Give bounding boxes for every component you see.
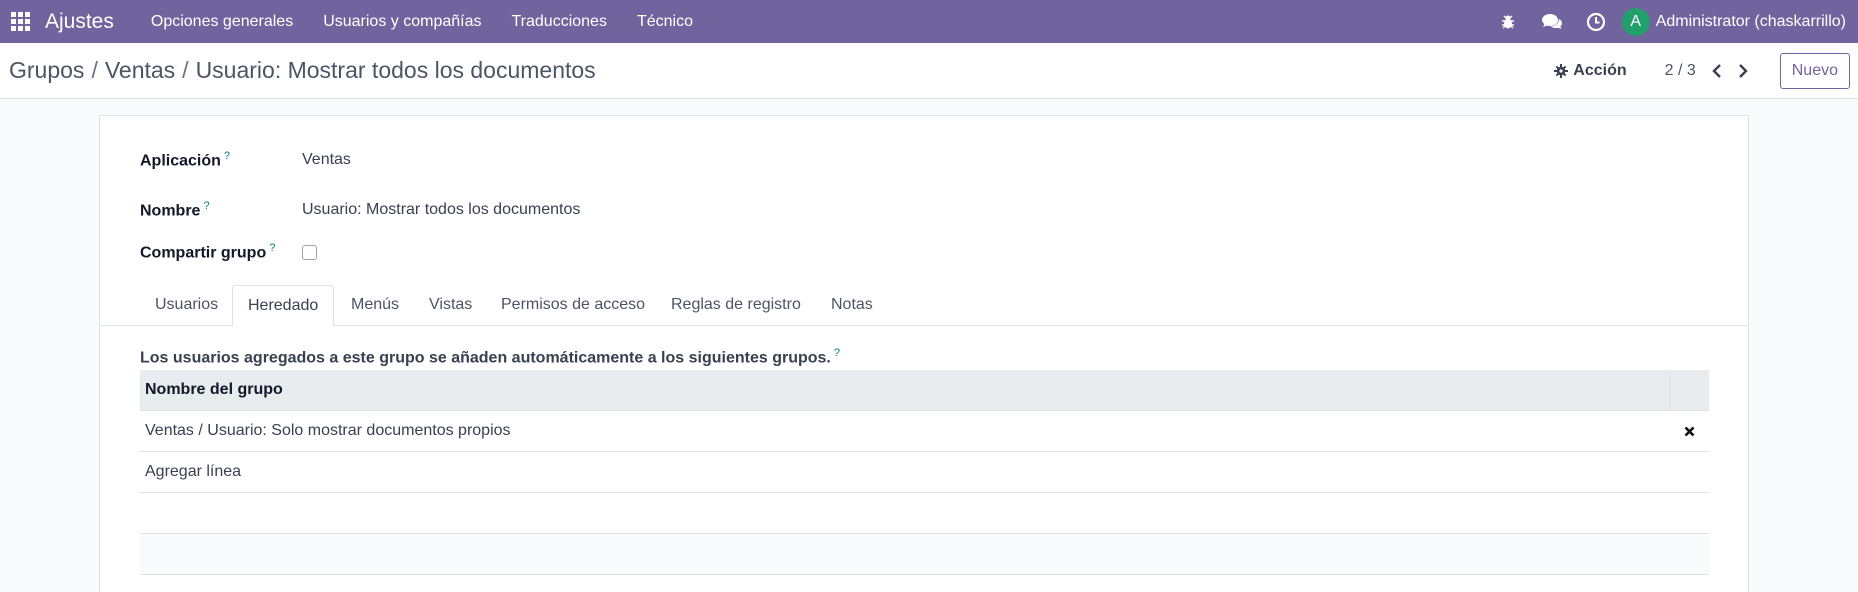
column-header-group-name[interactable]: Nombre del grupo: [140, 381, 1669, 399]
breadcrumb-current: Usuario: Mostrar todos los documentos: [195, 57, 596, 83]
pager-value[interactable]: 2 / 3: [1665, 62, 1696, 80]
empty-row: [140, 534, 1709, 575]
share-group-label: Compartir grupo?: [140, 242, 276, 262]
menu-item-technical[interactable]: Técnico: [622, 13, 708, 31]
notebook-tabs: Usuarios Heredado Menús Vistas Permisos …: [100, 285, 1748, 327]
add-line-link[interactable]: Agregar línea: [140, 463, 1709, 481]
field-share-group: Compartir grupo?: [140, 242, 317, 262]
table-header: Nombre del grupo: [140, 369, 1709, 411]
close-icon: [1684, 426, 1694, 436]
empty-row: [140, 493, 1709, 534]
action-button[interactable]: Acción: [1554, 62, 1627, 80]
menu-item-users-companies[interactable]: Usuarios y compañías: [308, 13, 496, 31]
column-header-delete: [1669, 369, 1709, 411]
control-panel: Grupos / Ventas / Usuario: Mostrar todos los…: [0, 43, 1858, 99]
application-value[interactable]: Ventas: [302, 151, 351, 169]
help-tooltip-icon[interactable]: ?: [203, 200, 209, 212]
avatar[interactable]: A: [1621, 7, 1650, 36]
group-name-cell[interactable]: Ventas / Usuario: Solo mostrar documento…: [140, 422, 1669, 440]
tab-access-rights[interactable]: Permisos de acceso: [486, 285, 660, 326]
menu-item-general-settings[interactable]: Opciones generales: [136, 13, 308, 31]
clock-icon[interactable]: [1574, 0, 1618, 43]
name-label: Nombre?: [140, 200, 210, 220]
user-menu[interactable]: Administrator (chaskarrillo): [1656, 13, 1846, 31]
apps-grid-icon[interactable]: [0, 0, 40, 43]
share-group-checkbox[interactable]: [302, 244, 317, 260]
tab-views[interactable]: Vistas: [414, 285, 487, 326]
field-application: Aplicación? Ventas: [140, 150, 351, 170]
inherited-groups-table: Nombre del grupo Ventas / Usuario: Solo …: [140, 369, 1709, 575]
breadcrumb: Grupos / Ventas / Usuario: Mostrar todos los…: [9, 57, 596, 84]
help-tooltip-icon[interactable]: ?: [224, 150, 230, 162]
tab-users[interactable]: Usuarios: [140, 285, 233, 326]
app-title[interactable]: Ajustes: [45, 10, 114, 34]
table-row[interactable]: Ventas / Usuario: Solo mostrar documento…: [140, 411, 1709, 452]
form-sheet: Aplicación? Ventas Nombre? Usuario: Most…: [99, 115, 1749, 592]
breadcrumb-item-groups[interactable]: Grupos: [9, 57, 84, 83]
action-label: Acción: [1573, 62, 1627, 79]
breadcrumb-separator: /: [182, 57, 189, 83]
tab-record-rules[interactable]: Reglas de registro: [656, 285, 816, 326]
help-tooltip-icon[interactable]: ?: [269, 242, 275, 254]
chevron-left-icon: [1712, 64, 1721, 78]
breadcrumb-separator: /: [91, 57, 98, 83]
tab-notes[interactable]: Notas: [816, 285, 888, 326]
chat-icon[interactable]: [1530, 0, 1574, 43]
breadcrumb-item-sales: Ventas: [104, 57, 176, 83]
gear-icon: [1554, 64, 1569, 78]
delete-row-button[interactable]: [1669, 426, 1709, 437]
main-menu: Opciones generales Usuarios y compañías …: [136, 13, 708, 31]
add-line-row: Agregar línea: [140, 452, 1709, 493]
pager-next-button[interactable]: [1730, 56, 1756, 86]
bug-icon[interactable]: [1486, 0, 1530, 43]
name-value[interactable]: Usuario: Mostrar todos los documentos: [302, 201, 580, 219]
top-navbar: Ajustes Opciones generales Usuarios y co…: [0, 0, 1858, 43]
tab-inherited[interactable]: Heredado: [232, 285, 335, 327]
tab-menus[interactable]: Menús: [336, 285, 414, 326]
application-label: Aplicación?: [140, 150, 231, 170]
menu-item-translations[interactable]: Traducciones: [496, 13, 621, 31]
inherited-help-text: Los usuarios agregados a este grupo se a…: [140, 347, 840, 367]
help-tooltip-icon[interactable]: ?: [834, 347, 840, 359]
pager-previous-button[interactable]: [1704, 56, 1730, 86]
systray: A Administrator (chaskarrillo): [1486, 0, 1858, 43]
chevron-right-icon: [1738, 64, 1748, 78]
field-name: Nombre? Usuario: Mostrar todos los docum…: [140, 200, 580, 220]
new-button[interactable]: Nuevo: [1779, 53, 1850, 89]
